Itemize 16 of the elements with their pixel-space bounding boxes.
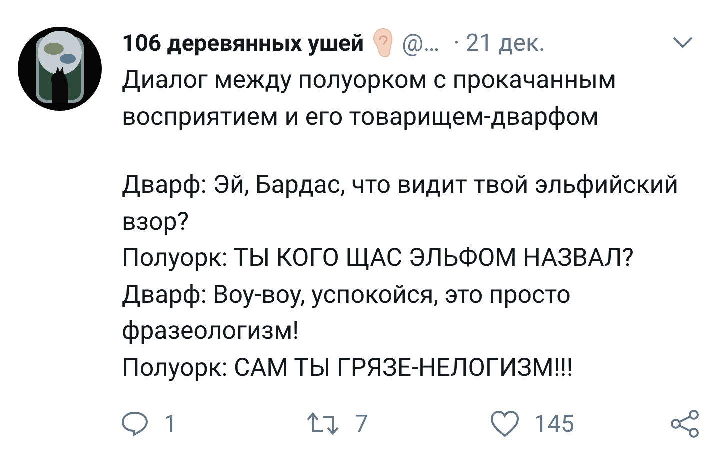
reply-count: 1 (164, 410, 178, 438)
tweet-text-line: Полуорк: САМ ТЫ ГРЯЗЕ-НЕЛОГИЗМ!!! (122, 352, 574, 384)
tweet-text-line: Диалог между полуорком с прокачанным восприятием и его товарищем-дварфом (122, 65, 618, 134)
tweet-text-line: Полуорк: ТЫ КОГО ЩАС ЭЛЬФОМ НАЗВАЛ? (122, 243, 635, 275)
like-count: 145 (534, 410, 574, 438)
chevron-icon[interactable] (672, 36, 694, 50)
retweet-count: 7 (355, 410, 368, 438)
tweet-text-line: Дварф: Эй, Бардас, что видит твой эльфийский взор? (122, 170, 680, 238)
ear-icon (372, 27, 394, 59)
tweet-date[interactable]: · 21 дек. (454, 29, 546, 57)
reply-icon[interactable] (120, 409, 150, 439)
share-icon[interactable] (670, 409, 700, 439)
author-name[interactable]: 106 деревянных ушей (122, 30, 364, 56)
heart-icon[interactable] (490, 409, 520, 439)
author-handle[interactable]: @… (402, 29, 440, 57)
tweet-text-line: Дварф: Воу-воу, успокойся, это просто фразеологизм! (122, 280, 572, 348)
